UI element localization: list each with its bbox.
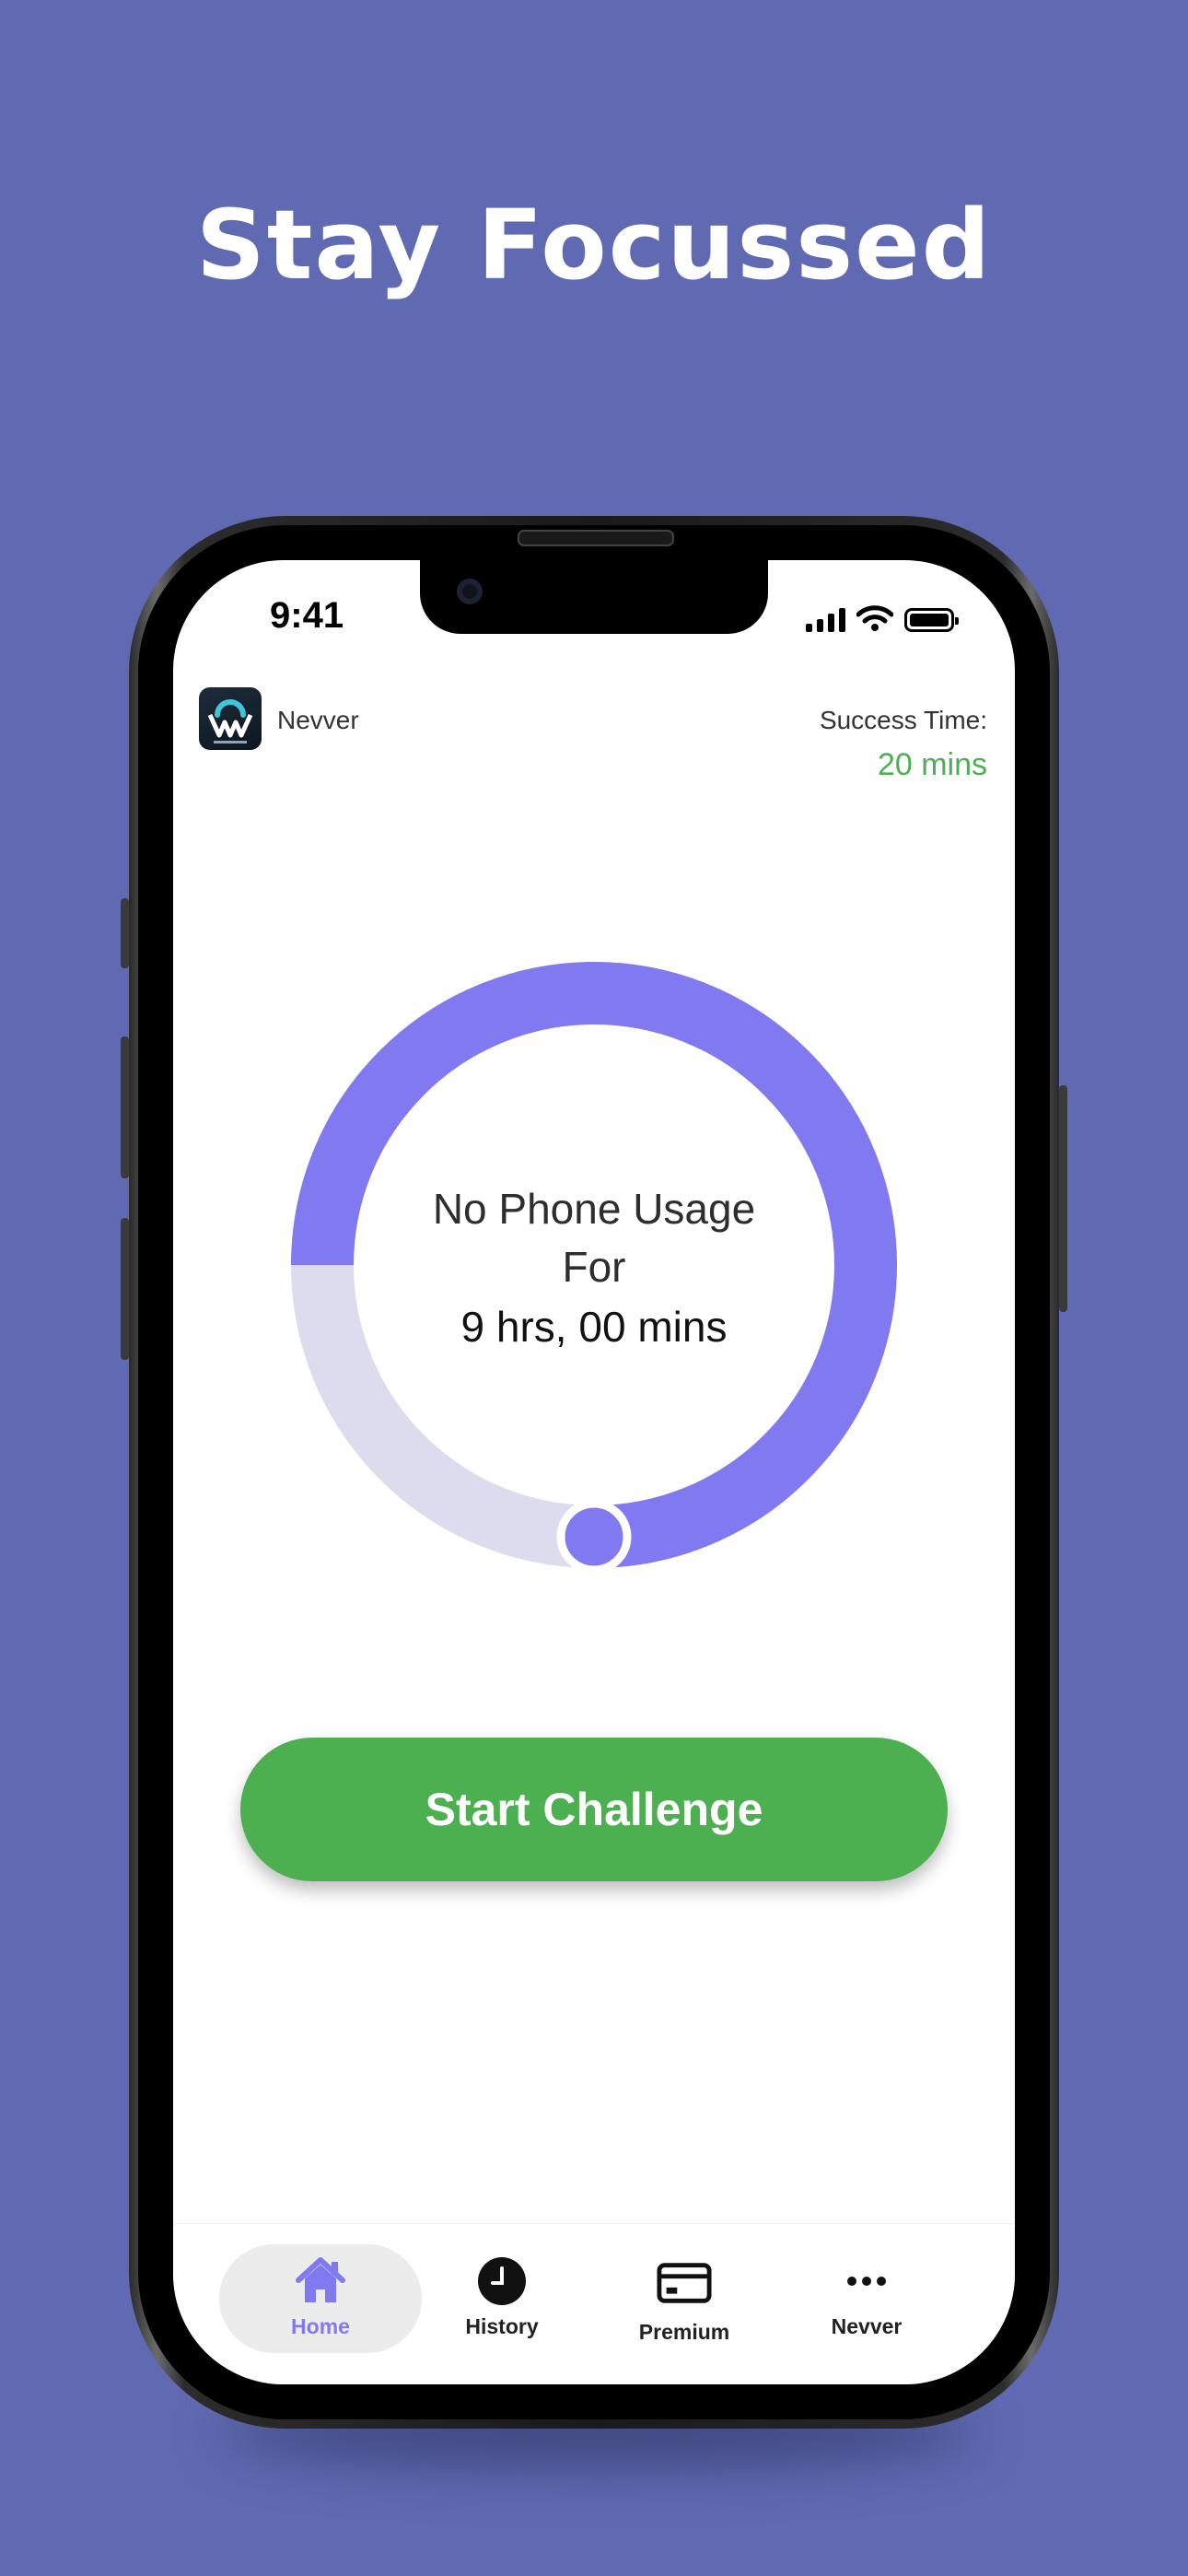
timer-subtitle: For	[562, 1243, 626, 1291]
start-challenge-button[interactable]: Start Challenge	[240, 1738, 948, 1881]
ring-slider-handle[interactable]	[556, 1499, 632, 1574]
tab-nevver[interactable]: Nevver	[775, 2224, 959, 2362]
phone-screen: 9:41 Nevver Success Time: 20 mins No Pho…	[173, 560, 1015, 2384]
timer-duration: 9 hrs, 00 mins	[460, 1303, 728, 1351]
silent-switch	[121, 898, 129, 968]
tab-history-label: History	[465, 2314, 539, 2338]
volume-down-button	[121, 1218, 129, 1360]
earpiece-speaker	[518, 530, 674, 546]
timer-title: No Phone Usage	[432, 1185, 756, 1233]
power-button	[1059, 1085, 1067, 1312]
tab-nevver-label: Nevver	[831, 2314, 903, 2338]
tab-premium-label: Premium	[638, 2320, 730, 2344]
card-icon	[657, 2255, 712, 2311]
clock-icon	[474, 2254, 530, 2309]
tab-home[interactable]: Home	[228, 2224, 413, 2362]
tab-history[interactable]: History	[410, 2224, 594, 2362]
tab-premium[interactable]: Premium	[592, 2224, 776, 2362]
tab-home-label: Home	[291, 2314, 350, 2338]
volume-up-button	[121, 1036, 129, 1178]
tab-bar: Home History Premium Nevver	[173, 2223, 1015, 2384]
home-icon	[293, 2254, 348, 2309]
headline: Stay Focussed	[195, 189, 993, 301]
more-icon	[839, 2254, 894, 2309]
focus-timer-ring	[291, 962, 897, 1574]
